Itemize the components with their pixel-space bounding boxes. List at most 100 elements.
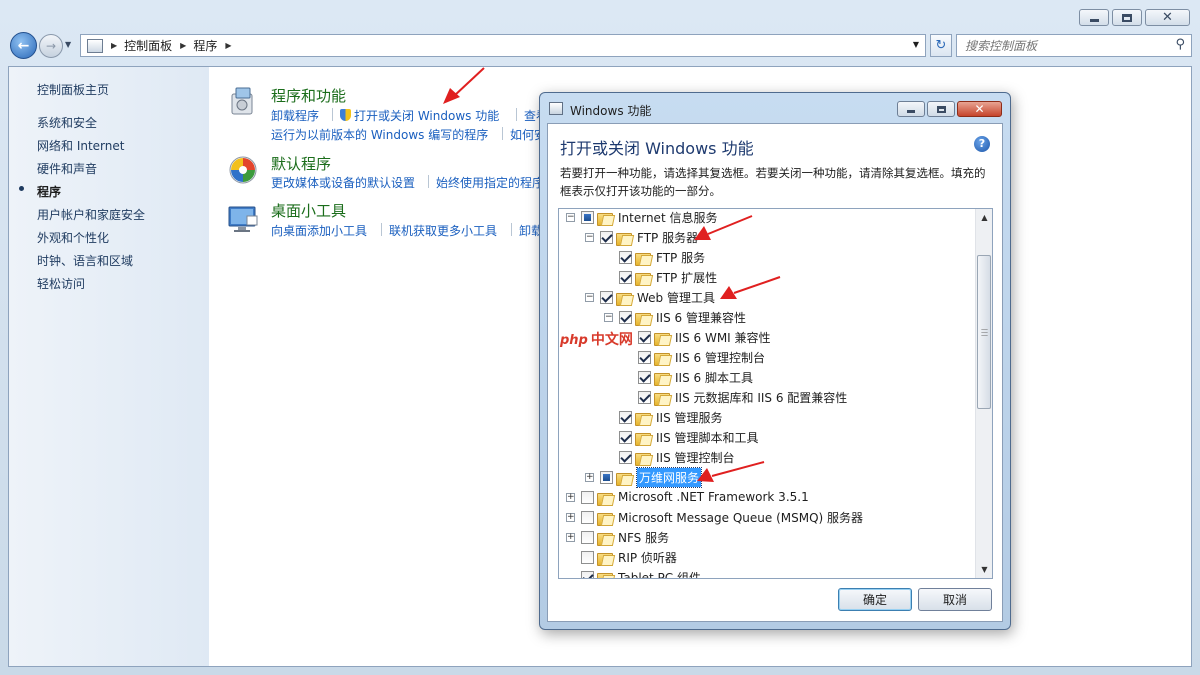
recent-pages-dropdown[interactable]: ▼	[65, 40, 71, 49]
feature-checkbox[interactable]	[600, 230, 613, 244]
feature-label[interactable]: IIS 元数据库和 IIS 6 配置兼容性	[675, 389, 847, 406]
feature-label[interactable]: IIS 6 管理控制台	[675, 349, 765, 366]
feature-label[interactable]: IIS 6 管理兼容性	[656, 309, 746, 326]
feature-checkbox[interactable]	[581, 550, 594, 564]
feature-label[interactable]: IIS 管理服务	[656, 409, 723, 426]
feature-checkbox[interactable]	[581, 530, 594, 544]
feature-checkbox[interactable]	[600, 470, 613, 484]
features-tree[interactable]: − Internet 信息服务 − FTP 服务器 FTP 服务 FTP 扩展性 − Web …	[558, 208, 993, 579]
turn-windows-features-link[interactable]: 打开或关闭 Windows 功能	[340, 107, 499, 124]
uninstall-program-link[interactable]: 卸载程序	[271, 107, 319, 124]
address-bar[interactable]: ▶ 控制面板 ▶ 程序 ▶ ▼	[80, 34, 926, 57]
back-button[interactable]: ←	[10, 32, 37, 59]
dialog-minimize-button[interactable]	[897, 101, 925, 117]
feature-tree-row[interactable]: − FTP 服务器	[585, 227, 698, 247]
breadcrumb-control-panel[interactable]: 控制面板	[124, 37, 172, 54]
feature-checkbox[interactable]	[581, 210, 594, 224]
feature-tree-row[interactable]: + 万维网服务	[585, 466, 703, 488]
expand-icon[interactable]: +	[566, 532, 575, 542]
get-more-gadgets-link[interactable]: 联机获取更多小工具	[389, 222, 497, 239]
feature-tree-row[interactable]: IIS 管理服务	[604, 407, 723, 427]
feature-checkbox[interactable]	[581, 490, 594, 504]
feature-label[interactable]: IIS 管理脚本和工具	[656, 429, 759, 446]
feature-checkbox[interactable]	[638, 330, 651, 344]
feature-tree-row[interactable]: FTP 服务	[604, 247, 705, 267]
feature-label[interactable]: FTP 服务	[656, 249, 705, 266]
dialog-maximize-button[interactable]	[927, 101, 955, 117]
breadcrumb-programs[interactable]: 程序	[193, 37, 217, 54]
nav-hardware-sound[interactable]: 硬件和声音	[37, 160, 97, 177]
address-dropdown-icon[interactable]: ▼	[913, 40, 919, 49]
feature-tree-row[interactable]: IIS 6 脚本工具	[623, 367, 753, 387]
dialog-titlebar[interactable]: Windows 功能 ✕	[540, 93, 1010, 123]
feature-label[interactable]: IIS 6 WMI 兼容性	[675, 329, 771, 346]
scroll-up-arrow-icon[interactable]: ▲	[976, 209, 992, 226]
feature-checkbox[interactable]	[600, 290, 613, 304]
chevron-right-icon[interactable]: ▶	[180, 41, 186, 50]
nav-programs[interactable]: 程序	[37, 183, 61, 200]
programs-features-title[interactable]: 程序和功能	[271, 85, 346, 106]
feature-tree-row[interactable]: Tablet PC 组件	[566, 567, 701, 578]
maximize-button[interactable]	[1112, 9, 1142, 26]
nav-clock-region[interactable]: 时钟、语言和区域	[37, 252, 133, 269]
collapse-icon[interactable]: −	[585, 232, 594, 242]
nav-system-security[interactable]: 系统和安全	[37, 114, 97, 131]
feature-label[interactable]: RIP 侦听器	[618, 549, 677, 566]
feature-label[interactable]: Microsoft .NET Framework 3.5.1	[618, 490, 809, 504]
feature-label[interactable]: NFS 服务	[618, 529, 669, 546]
feature-checkbox[interactable]	[619, 250, 632, 264]
nav-appearance[interactable]: 外观和个性化	[37, 229, 109, 246]
feature-tree-row[interactable]: IIS 元数据库和 IIS 6 配置兼容性	[623, 387, 847, 407]
feature-label[interactable]: FTP 扩展性	[656, 269, 717, 286]
feature-label[interactable]: IIS 管理控制台	[656, 449, 735, 466]
close-button[interactable]: ✕	[1145, 9, 1190, 26]
feature-label[interactable]: Microsoft Message Queue (MSMQ) 服务器	[618, 509, 863, 526]
help-icon[interactable]: ?	[974, 136, 990, 152]
feature-tree-row[interactable]: IIS 管理脚本和工具	[604, 427, 759, 447]
minimize-button[interactable]	[1079, 9, 1109, 26]
desktop-gadgets-title[interactable]: 桌面小工具	[271, 200, 346, 221]
feature-checkbox[interactable]	[638, 350, 651, 364]
ok-button[interactable]: 确定	[838, 588, 912, 611]
feature-tree-row[interactable]: IIS 6 WMI 兼容性	[623, 327, 771, 347]
add-gadgets-link[interactable]: 向桌面添加小工具	[271, 222, 367, 239]
scroll-down-arrow-icon[interactable]: ▼	[976, 561, 992, 578]
nav-control-panel-home[interactable]: 控制面板主页	[37, 81, 109, 98]
nav-network-internet[interactable]: 网络和 Internet	[37, 137, 124, 154]
collapse-icon[interactable]: −	[604, 312, 613, 322]
nav-ease-of-access[interactable]: 轻松访问	[37, 275, 85, 292]
chevron-right-icon[interactable]: ▶	[111, 41, 117, 50]
dialog-close-button[interactable]: ✕	[957, 101, 1002, 117]
feature-tree-row[interactable]: − Internet 信息服务	[566, 209, 717, 227]
feature-checkbox[interactable]	[581, 570, 594, 578]
feature-label[interactable]: 万维网服务	[635, 466, 703, 488]
feature-checkbox[interactable]	[619, 270, 632, 284]
nav-user-accounts[interactable]: 用户帐户和家庭安全	[37, 206, 145, 223]
feature-checkbox[interactable]	[619, 410, 632, 424]
feature-checkbox[interactable]	[619, 310, 632, 324]
feature-tree-row[interactable]: + NFS 服务	[566, 527, 669, 547]
feature-tree-row[interactable]: − IIS 6 管理兼容性	[604, 307, 746, 327]
default-programs-title[interactable]: 默认程序	[271, 153, 331, 174]
scroll-thumb[interactable]: — — —	[977, 255, 991, 409]
feature-label[interactable]: IIS 6 脚本工具	[675, 369, 753, 386]
feature-label[interactable]: Web 管理工具	[637, 289, 715, 306]
chevron-right-icon[interactable]: ▶	[225, 41, 231, 50]
feature-checkbox[interactable]	[619, 450, 632, 464]
refresh-button[interactable]: ↻	[930, 34, 952, 57]
feature-checkbox[interactable]	[619, 430, 632, 444]
feature-tree-row[interactable]: IIS 管理控制台	[604, 447, 735, 467]
search-icon[interactable]: ⚲	[1175, 37, 1185, 52]
search-box[interactable]: ⚲	[956, 34, 1192, 57]
feature-tree-row[interactable]: + Microsoft .NET Framework 3.5.1	[566, 487, 809, 507]
collapse-icon[interactable]: −	[585, 292, 594, 302]
tree-scrollbar[interactable]: ▲ — — — ▼	[975, 209, 992, 578]
feature-tree-row[interactable]: + Microsoft Message Queue (MSMQ) 服务器	[566, 507, 863, 527]
search-input[interactable]	[957, 35, 1157, 56]
feature-tree-row[interactable]: FTP 扩展性	[604, 267, 717, 287]
collapse-icon[interactable]: −	[566, 212, 575, 222]
feature-tree-row[interactable]: RIP 侦听器	[566, 547, 677, 567]
feature-checkbox[interactable]	[638, 370, 651, 384]
expand-icon[interactable]: +	[566, 512, 575, 522]
feature-label[interactable]: Internet 信息服务	[618, 209, 717, 226]
